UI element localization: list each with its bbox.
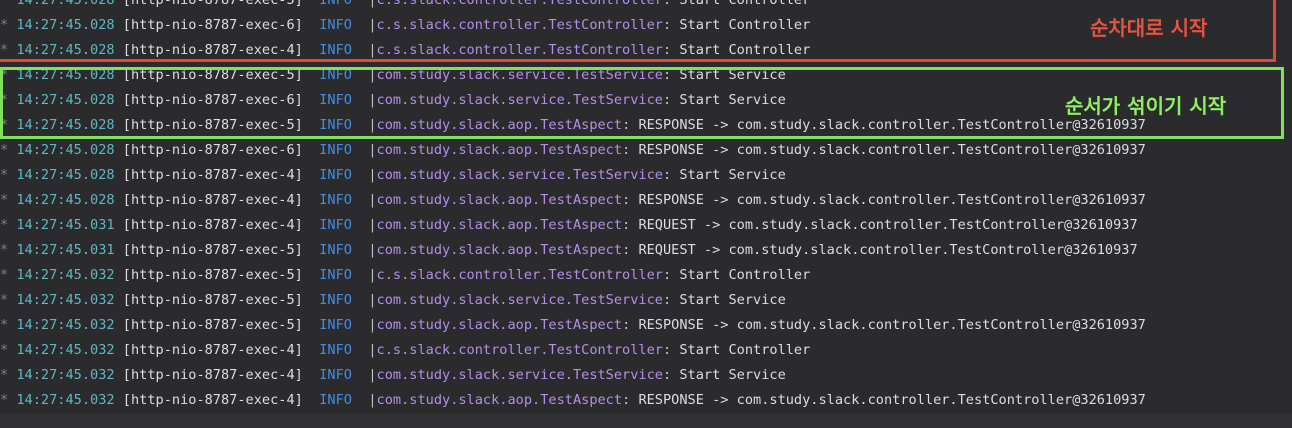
log-logger: com.study.slack.aop.TestAspect xyxy=(376,217,623,233)
log-thread: [http-nio-8787-exec-5] xyxy=(122,292,303,308)
console-bottom-bar xyxy=(0,414,1292,428)
log-message: Start Service xyxy=(679,167,786,183)
log-logger: com.study.slack.aop.TestAspect xyxy=(376,192,623,208)
log-line: * 14:27:45.028 [http-nio-8787-exec-4] IN… xyxy=(0,192,1146,208)
log-timestamp: 14:27:45.028 xyxy=(16,167,115,183)
log-level: INFO xyxy=(319,192,352,208)
log-console[interactable]: * 14:27:45.028 [http-nio-8787-exec-5] IN… xyxy=(0,0,1292,428)
log-level: INFO xyxy=(319,367,352,383)
log-level: INFO xyxy=(319,217,352,233)
log-timestamp: 14:27:45.032 xyxy=(16,392,115,408)
log-level: INFO xyxy=(319,342,352,358)
log-line: * 14:27:45.032 [http-nio-8787-exec-4] IN… xyxy=(0,367,786,383)
log-line: * 14:27:45.032 [http-nio-8787-exec-5] IN… xyxy=(0,317,1146,333)
log-line: * 14:27:45.032 [http-nio-8787-exec-5] IN… xyxy=(0,292,786,308)
log-thread: [http-nio-8787-exec-5] xyxy=(122,267,303,283)
log-message: RESPONSE -> com.study.slack.controller.T… xyxy=(638,142,1146,158)
log-timestamp: 14:27:45.031 xyxy=(16,217,115,233)
log-logger: com.study.slack.aop.TestAspect xyxy=(376,242,623,258)
log-level: INFO xyxy=(319,142,352,158)
log-message: RESPONSE -> com.study.slack.controller.T… xyxy=(638,317,1146,333)
order-mixing-annotation: 순서가 섞이기 시작 xyxy=(1065,94,1227,118)
log-thread: [http-nio-8787-exec-6] xyxy=(122,142,303,158)
log-timestamp: 14:27:45.028 xyxy=(16,192,115,208)
log-logger: com.study.slack.service.TestService xyxy=(376,292,663,308)
log-level: INFO xyxy=(319,167,352,183)
log-line: * 14:27:45.031 [http-nio-8787-exec-5] IN… xyxy=(0,242,1138,258)
log-timestamp: 14:27:45.032 xyxy=(16,292,115,308)
log-logger: com.study.slack.aop.TestAspect xyxy=(376,142,623,158)
log-level: INFO xyxy=(319,267,352,283)
log-level: INFO xyxy=(319,317,352,333)
log-line: * 14:27:45.032 [http-nio-8787-exec-4] IN… xyxy=(0,392,1146,408)
log-logger: com.study.slack.aop.TestAspect xyxy=(376,317,623,333)
log-thread: [http-nio-8787-exec-4] xyxy=(122,392,303,408)
log-logger: com.study.slack.service.TestService xyxy=(376,367,663,383)
log-level: INFO xyxy=(319,292,352,308)
log-timestamp: 14:27:45.032 xyxy=(16,342,115,358)
log-line: * 14:27:45.028 [http-nio-8787-exec-6] IN… xyxy=(0,142,1146,158)
log-timestamp: 14:27:45.032 xyxy=(16,367,115,383)
log-message: RESPONSE -> com.study.slack.controller.T… xyxy=(638,392,1146,408)
log-line: * 14:27:45.031 [http-nio-8787-exec-4] IN… xyxy=(0,217,1138,233)
log-message: Start Controller xyxy=(679,342,811,358)
log-thread: [http-nio-8787-exec-4] xyxy=(122,342,303,358)
log-message: RESPONSE -> com.study.slack.controller.T… xyxy=(638,192,1146,208)
log-thread: [http-nio-8787-exec-5] xyxy=(122,242,303,258)
log-level: INFO xyxy=(319,392,352,408)
log-thread: [http-nio-8787-exec-4] xyxy=(122,367,303,383)
log-timestamp: 14:27:45.028 xyxy=(16,142,115,158)
log-logger: c.s.slack.controller.TestController xyxy=(376,342,663,358)
log-logger: c.s.slack.controller.TestController xyxy=(376,267,663,283)
log-message: Start Service xyxy=(679,292,786,308)
log-line: * 14:27:45.028 [http-nio-8787-exec-4] IN… xyxy=(0,167,786,183)
sequential-start-highlight-box xyxy=(0,0,1276,62)
log-message: REQUEST -> com.study.slack.controller.Te… xyxy=(638,242,1138,258)
log-timestamp: 14:27:45.032 xyxy=(16,317,115,333)
log-level: INFO xyxy=(319,242,352,258)
log-line: * 14:27:45.032 [http-nio-8787-exec-4] IN… xyxy=(0,342,811,358)
log-timestamp: 14:27:45.031 xyxy=(16,242,115,258)
log-line: * 14:27:45.032 [http-nio-8787-exec-5] IN… xyxy=(0,267,811,283)
log-logger: com.study.slack.service.TestService xyxy=(376,167,663,183)
log-message: REQUEST -> com.study.slack.controller.Te… xyxy=(638,217,1138,233)
log-message: Start Service xyxy=(679,367,786,383)
log-message: Start Controller xyxy=(679,267,811,283)
sequential-start-annotation: 순차대로 시작 xyxy=(1090,16,1208,40)
log-logger: com.study.slack.aop.TestAspect xyxy=(376,392,623,408)
log-thread: [http-nio-8787-exec-4] xyxy=(122,217,303,233)
log-thread: [http-nio-8787-exec-5] xyxy=(122,317,303,333)
log-thread: [http-nio-8787-exec-4] xyxy=(122,192,303,208)
log-thread: [http-nio-8787-exec-4] xyxy=(122,167,303,183)
log-timestamp: 14:27:45.032 xyxy=(16,267,115,283)
